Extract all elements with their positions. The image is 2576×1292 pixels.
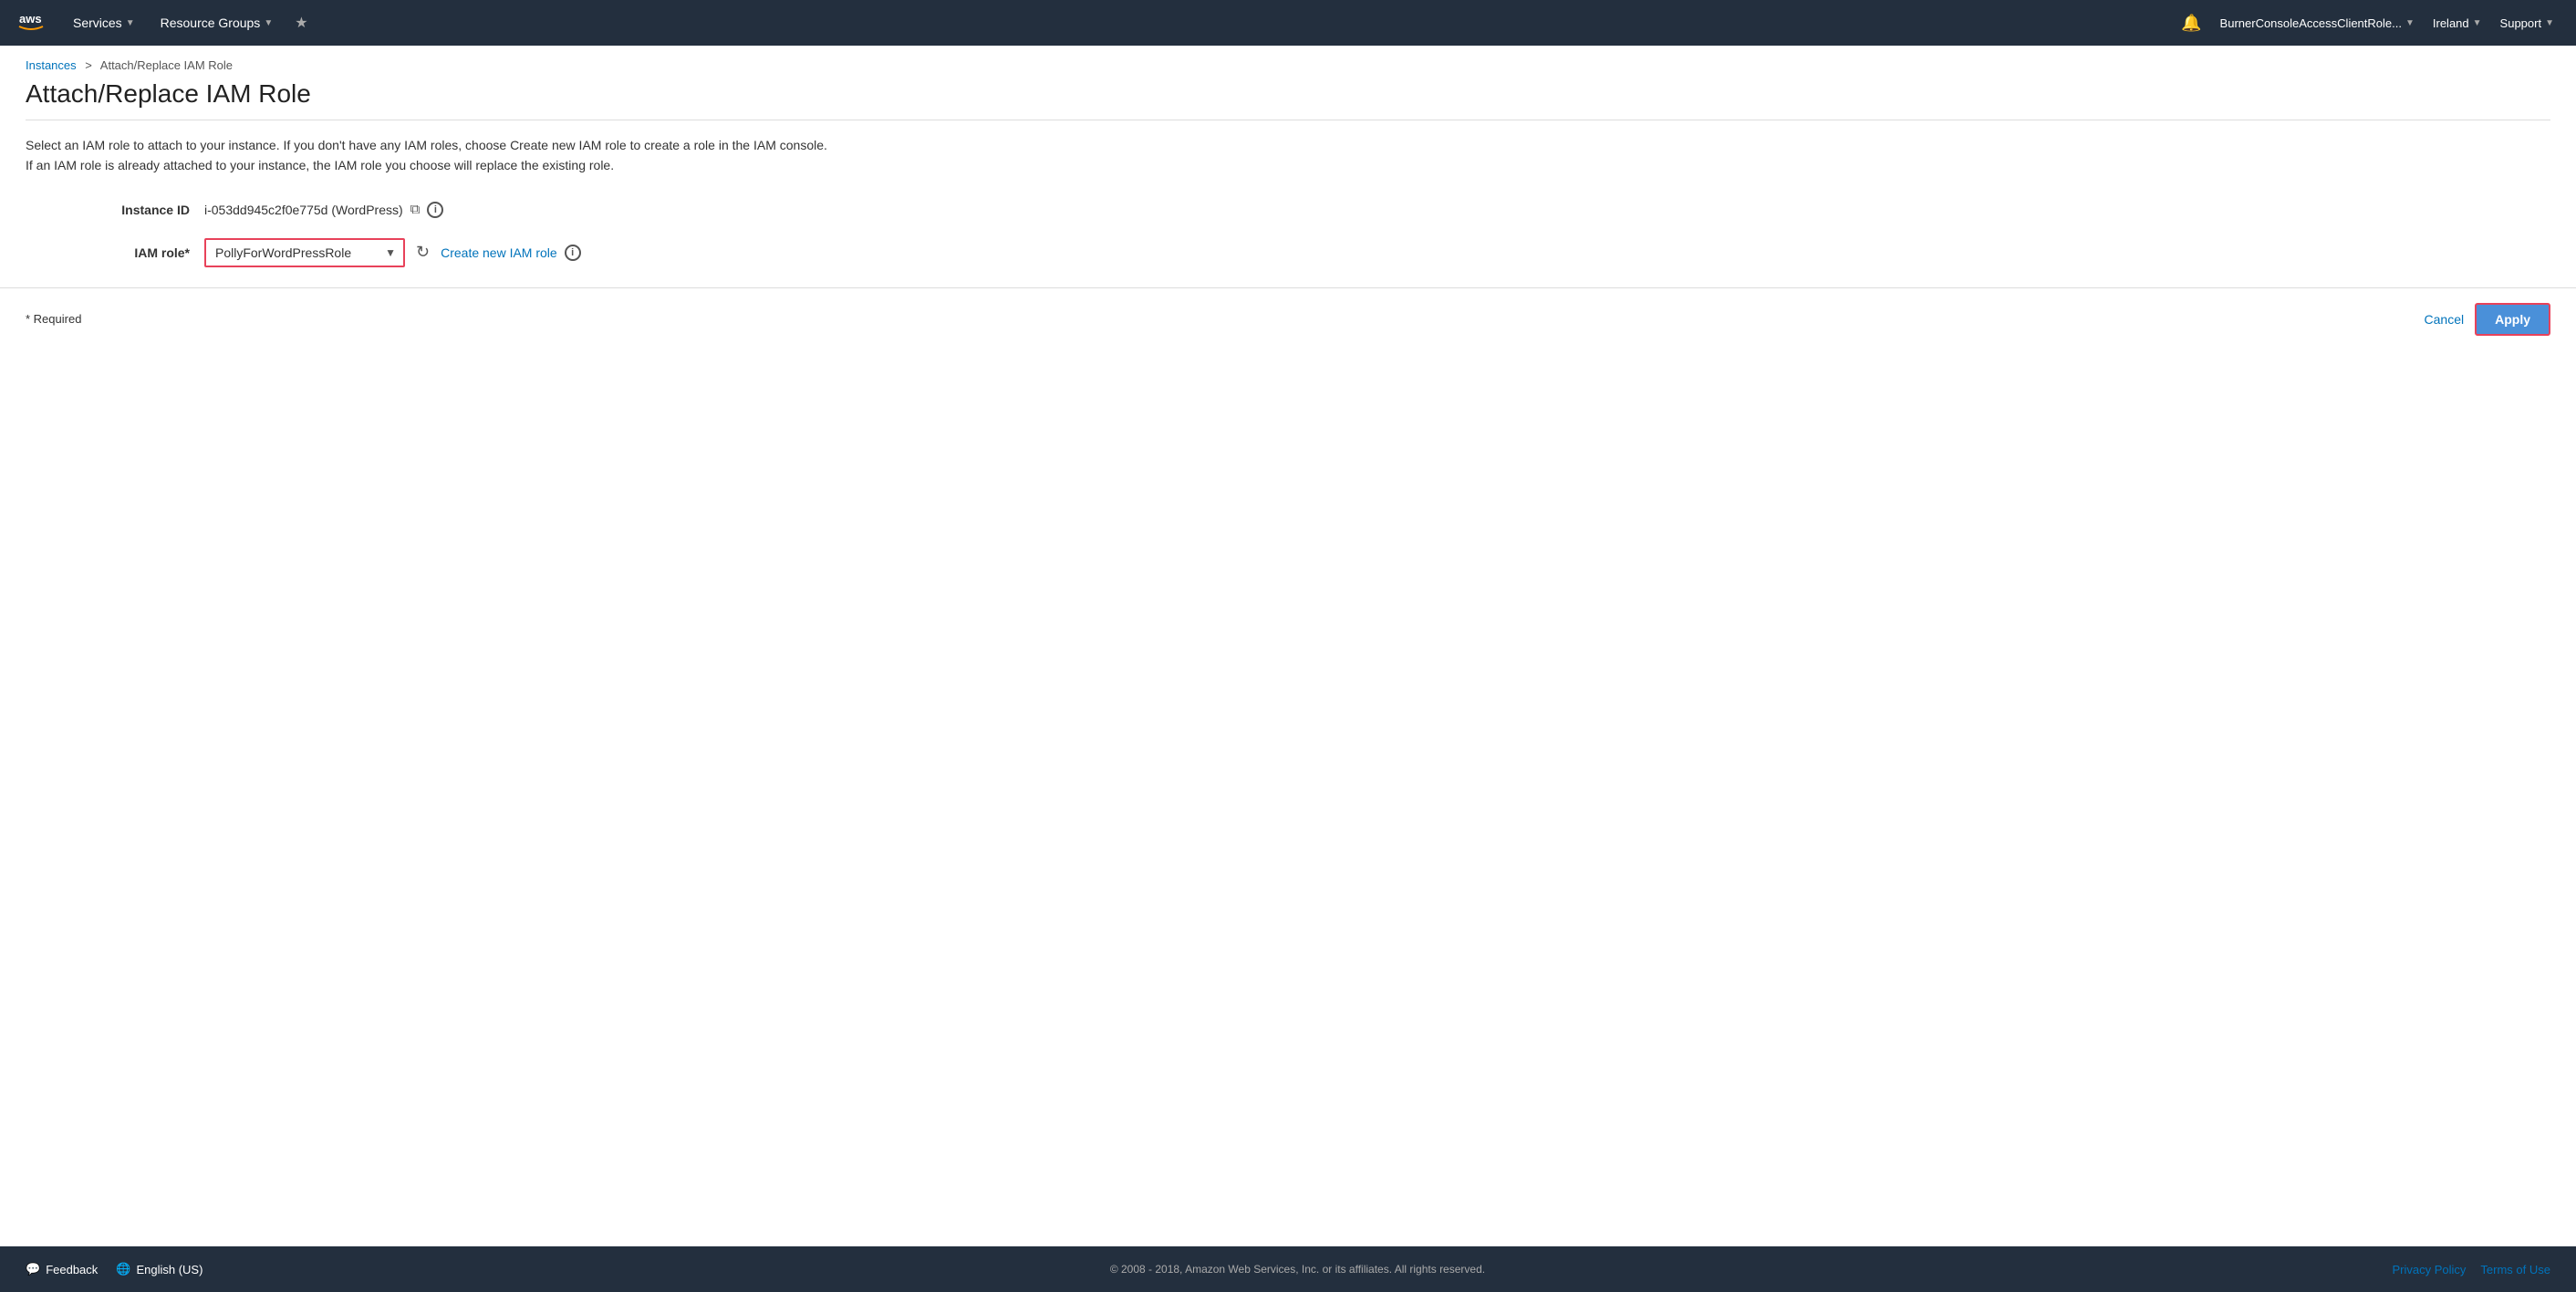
required-note: * Required [26,312,81,326]
services-chevron-icon: ▼ [126,18,135,28]
nav-right-section: 🔔 BurnerConsoleAccessClientRole... ▼ Ire… [2174,10,2561,36]
copy-icon[interactable]: ⧉ [410,202,421,217]
language-label: English (US) [136,1263,203,1276]
terms-link[interactable]: Terms of Use [2480,1263,2550,1276]
globe-icon: 🌐 [116,1262,130,1276]
account-chevron-icon: ▼ [2405,18,2415,28]
copyright-text: © 2008 - 2018, Amazon Web Services, Inc.… [203,1263,2392,1276]
services-label: Services [73,16,122,30]
region-label: Ireland [2433,16,2469,30]
support-chevron-icon: ▼ [2545,18,2554,28]
feedback-label: Feedback [46,1263,98,1276]
feedback-chat-icon: 💬 [26,1262,40,1276]
action-buttons: Cancel Apply [2425,303,2550,336]
instance-id-text: i-053dd945c2f0e775d (WordPress) [204,203,403,217]
description-line2: If an IAM role is already attached to yo… [26,155,2550,175]
form-section: Instance ID i-053dd945c2f0e775d (WordPre… [80,202,2550,267]
breadcrumb-separator: > [85,58,92,72]
language-item[interactable]: 🌐 English (US) [116,1262,203,1276]
footer-actions: * Required Cancel Apply [0,287,2576,350]
svg-text:aws: aws [19,12,42,26]
iam-role-controls: PollyForWordPressRole ▼ ↻ Create new IAM… [204,238,581,267]
footer-links: Privacy Policy Terms of Use [2393,1263,2551,1276]
page-description: Select an IAM role to attach to your ins… [26,135,2550,176]
iam-role-info-icon[interactable]: i [565,245,581,261]
instance-id-label: Instance ID [80,203,190,217]
page-title: Attach/Replace IAM Role [26,79,2550,120]
aws-logo[interactable]: aws [15,6,47,39]
cancel-button[interactable]: Cancel [2425,312,2465,327]
main-content: Attach/Replace IAM Role Select an IAM ro… [0,79,2576,1246]
account-label: BurnerConsoleAccessClientRole... [2220,16,2402,30]
privacy-policy-link[interactable]: Privacy Policy [2393,1263,2467,1276]
bottom-bar: 💬 Feedback 🌐 English (US) © 2008 - 2018,… [0,1246,2576,1292]
services-menu[interactable]: Services ▼ [66,12,142,34]
region-menu[interactable]: Ireland ▼ [2425,13,2489,34]
support-menu[interactable]: Support ▼ [2493,13,2561,34]
apply-button[interactable]: Apply [2475,303,2550,336]
breadcrumb: Instances > Attach/Replace IAM Role [0,46,2576,79]
resource-groups-menu[interactable]: Resource Groups ▼ [153,12,281,34]
feedback-item[interactable]: 💬 Feedback [26,1262,98,1276]
iam-select-wrapper: PollyForWordPressRole ▼ [204,238,405,267]
resource-groups-label: Resource Groups [161,16,261,30]
breadcrumb-current: Attach/Replace IAM Role [100,58,233,72]
region-chevron-icon: ▼ [2473,18,2482,28]
bell-icon[interactable]: 🔔 [2174,10,2208,36]
resource-groups-chevron-icon: ▼ [264,18,273,28]
instance-id-value: i-053dd945c2f0e775d (WordPress) ⧉ i [204,202,443,218]
description-line1: Select an IAM role to attach to your ins… [26,135,2550,155]
instance-id-row: Instance ID i-053dd945c2f0e775d (WordPre… [80,202,2550,218]
create-iam-role-link[interactable]: Create new IAM role [441,245,557,260]
iam-role-label: IAM role* [80,245,190,260]
info-icon[interactable]: i [427,202,443,218]
favorites-icon[interactable]: ★ [291,10,311,36]
iam-role-select[interactable]: PollyForWordPressRole [204,238,405,267]
top-navigation: aws Services ▼ Resource Groups ▼ ★ 🔔 Bur… [0,0,2576,46]
support-label: Support [2500,16,2542,30]
breadcrumb-instances-link[interactable]: Instances [26,58,77,72]
refresh-icon[interactable]: ↻ [412,239,433,266]
account-menu[interactable]: BurnerConsoleAccessClientRole... ▼ [2213,13,2422,34]
iam-role-row: IAM role* PollyForWordPressRole ▼ ↻ Crea… [80,238,2550,267]
